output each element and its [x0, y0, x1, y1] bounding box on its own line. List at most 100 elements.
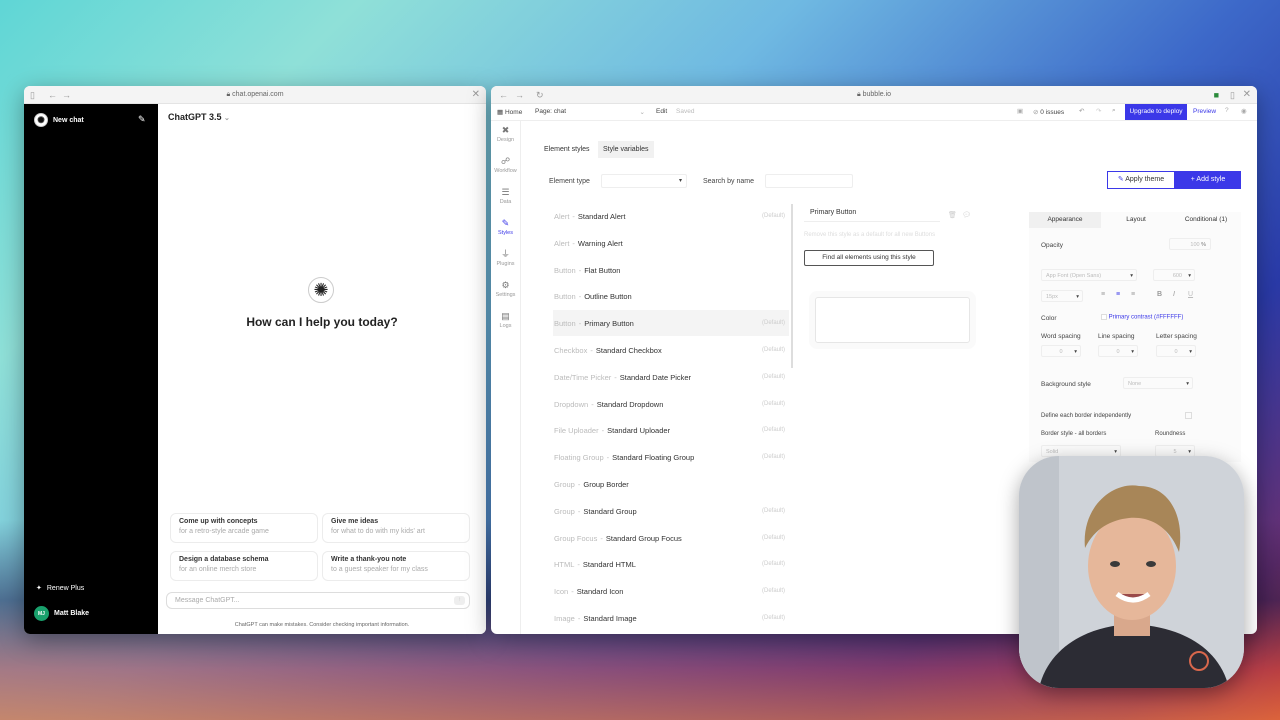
font-size-select[interactable]: 15px ▾ — [1041, 290, 1083, 302]
border-independent-checkbox[interactable] — [1185, 412, 1192, 419]
apply-theme-button[interactable]: ✎ Apply theme — [1107, 171, 1175, 189]
background-style-select[interactable]: None ▾ — [1123, 377, 1193, 389]
border-style-label: Border style - all borders — [1041, 431, 1107, 437]
trash-icon[interactable]: 🗑︎ — [948, 211, 957, 219]
word-spacing-input[interactable]: 0 ▾ — [1041, 345, 1081, 357]
nav-data[interactable]: ☰ Data — [491, 183, 520, 214]
style-row[interactable]: Alert - Standard Alert (Default) — [553, 203, 789, 229]
tab-element-styles[interactable]: Element styles — [544, 146, 590, 153]
preview-button[interactable]: Preview — [1193, 108, 1216, 115]
style-type: HTML — [554, 559, 575, 569]
edit-icon[interactable]: ✎ — [138, 114, 146, 125]
nav-styles[interactable]: ✎ Styles — [491, 214, 520, 245]
align-right-icon[interactable]: ≡ — [1131, 291, 1135, 298]
default-tag: (Default) — [761, 588, 785, 594]
style-name: Standard Icon — [576, 586, 624, 596]
style-row[interactable]: Group Focus - Standard Group Focus (Default… — [553, 525, 789, 551]
edit-button[interactable]: Edit — [656, 108, 667, 115]
user-menu[interactable]: MJ Matt Blake — [34, 606, 89, 621]
font-weight-select[interactable]: 600 ▾ — [1153, 269, 1195, 281]
suggestion-card[interactable]: Give me ideas for what to do with my kids… — [322, 513, 470, 543]
style-row[interactable]: Group - Group Border — [553, 471, 789, 497]
new-chat-button[interactable]: ✺ New chat — [34, 113, 84, 127]
default-tag: (Default) — [761, 320, 785, 326]
suggestion-subtitle: for an online merch store — [179, 566, 257, 573]
style-row[interactable]: Image - Standard Image (Default) — [553, 605, 789, 631]
tab-appearance[interactable]: Appearance — [1029, 212, 1101, 228]
profile-icon[interactable]: ◉ — [1241, 107, 1247, 115]
message-input[interactable]: Message ChatGPT... ↑ — [166, 592, 470, 609]
style-type: Button — [554, 265, 576, 275]
suggestion-title: Come up with concepts — [179, 518, 258, 525]
letter-spacing-input[interactable]: 0 ▾ — [1156, 345, 1196, 357]
undo-icon[interactable]: ↶ — [1079, 107, 1084, 115]
italic-icon[interactable]: I — [1173, 291, 1175, 298]
issues-indicator[interactable]: ⊘ 0 issues — [1033, 108, 1064, 116]
nav-design[interactable]: ✖ Design — [491, 121, 520, 152]
opacity-value: 100 — [1190, 242, 1200, 248]
style-type: File Uploader — [554, 425, 599, 435]
chevron-down-icon: ▾ — [1074, 349, 1077, 355]
remove-default-link[interactable]: Remove this style as a default for all n… — [804, 232, 935, 238]
style-name: Standard Group Focus — [605, 533, 682, 543]
style-row[interactable]: Date/Time Picker - Standard Date Picker (De… — [553, 364, 789, 390]
chatgpt-main: ChatGPT 3.5 ⌄ ✺ How can I help you today… — [158, 104, 486, 634]
gift-icon[interactable]: ▣ — [1017, 107, 1023, 115]
chatgpt-titlebar: ▯ ← → 🔒︎ chat.openai.com ✕ — [24, 86, 486, 104]
renew-plus-button[interactable]: ✦ Renew Plus — [36, 584, 84, 593]
element-type-select[interactable]: ▾ — [601, 174, 687, 188]
model-selector[interactable]: ChatGPT 3.5 ⌄ — [168, 112, 230, 122]
style-row[interactable]: Checkbox - Standard Checkbox (Default) — [553, 337, 789, 363]
style-name-input[interactable]: Primary Button — [804, 209, 940, 222]
nav-label: Styles — [498, 230, 513, 236]
nav-workflow[interactable]: ☍ Workflow — [491, 152, 520, 183]
font-select[interactable]: App Font (Open Sans) ▾ — [1041, 269, 1137, 281]
suggestion-card[interactable]: Design a database schema for an online me… — [170, 551, 318, 581]
redo-icon[interactable]: ↷ — [1096, 107, 1101, 115]
upgrade-to-deploy-button[interactable]: Upgrade to deploy — [1125, 104, 1187, 120]
search-by-name-input[interactable] — [765, 174, 853, 188]
page-selector[interactable]: Page: chat ⌄ — [535, 108, 645, 116]
color-picker[interactable]: Primary contrast (#FFFFFF) — [1097, 312, 1203, 324]
send-icon[interactable]: ↑ — [454, 596, 465, 605]
style-list-scrollbar[interactable] — [791, 204, 793, 368]
style-row[interactable]: HTML - Standard HTML (Default) — [553, 551, 789, 577]
align-center-icon[interactable]: ≡ — [1116, 291, 1120, 298]
suggestion-card[interactable]: Come up with concepts for a retro-style a… — [170, 513, 318, 543]
help-icon[interactable]: ? — [1225, 107, 1229, 114]
nav-plugins[interactable]: ⏚ Plugins — [491, 245, 520, 276]
background-style-value: None — [1128, 381, 1142, 387]
align-left-icon[interactable]: ≡ — [1101, 291, 1105, 298]
style-row[interactable]: File Uploader - Standard Uploader (Default) — [553, 417, 789, 443]
bold-icon[interactable]: B — [1157, 291, 1162, 298]
style-row[interactable]: Group - Standard Group (Default) — [553, 498, 789, 524]
style-row[interactable]: Alert - Warning Alert — [553, 230, 789, 256]
tab-style-variables[interactable]: Style variables — [598, 141, 654, 158]
style-row[interactable]: Floating Group - Standard Floating Group (D… — [553, 444, 789, 470]
suggestion-card[interactable]: Write a thank-you note to a guest speaker… — [322, 551, 470, 581]
sidebar-toggle-icon[interactable]: ▯ — [1230, 90, 1235, 100]
tab-conditional[interactable]: Conditional (1) — [1171, 212, 1241, 228]
style-row[interactable]: Button - Flat Button — [553, 257, 789, 283]
home-button[interactable]: ▦ Home — [497, 108, 522, 116]
opacity-input[interactable]: 100 % — [1169, 238, 1211, 250]
style-name: Standard Group — [583, 506, 637, 516]
style-row-selected[interactable]: Button - Primary Button (Default) — [553, 310, 789, 336]
search-icon[interactable]: ⌕ — [1112, 107, 1116, 115]
add-style-button[interactable]: + Add style — [1175, 171, 1241, 189]
close-icon[interactable]: ✕ — [1243, 90, 1251, 100]
tab-layout[interactable]: Layout — [1101, 212, 1171, 228]
nav-settings[interactable]: ⚙ Settings — [491, 276, 520, 307]
style-name: Warning Alert — [577, 238, 623, 248]
find-all-elements-button[interactable]: Find all elements using this style — [804, 250, 934, 266]
style-row[interactable]: Dropdown - Standard Dropdown (Default) — [553, 391, 789, 417]
underline-icon[interactable]: U — [1188, 291, 1193, 298]
close-icon[interactable]: ✕ — [472, 90, 480, 100]
style-row[interactable]: Icon - Standard Icon (Default) — [553, 578, 789, 604]
style-row[interactable]: Button - Outline Button — [553, 283, 789, 309]
extension-icon[interactable]: ■ — [1214, 90, 1219, 100]
line-spacing-input[interactable]: 0 ▾ — [1098, 345, 1138, 357]
nav-logs[interactable]: ▤ Logs — [491, 307, 520, 338]
comment-icon[interactable]: 💬︎ — [962, 211, 971, 219]
word-spacing-label: Word spacing — [1041, 333, 1081, 340]
